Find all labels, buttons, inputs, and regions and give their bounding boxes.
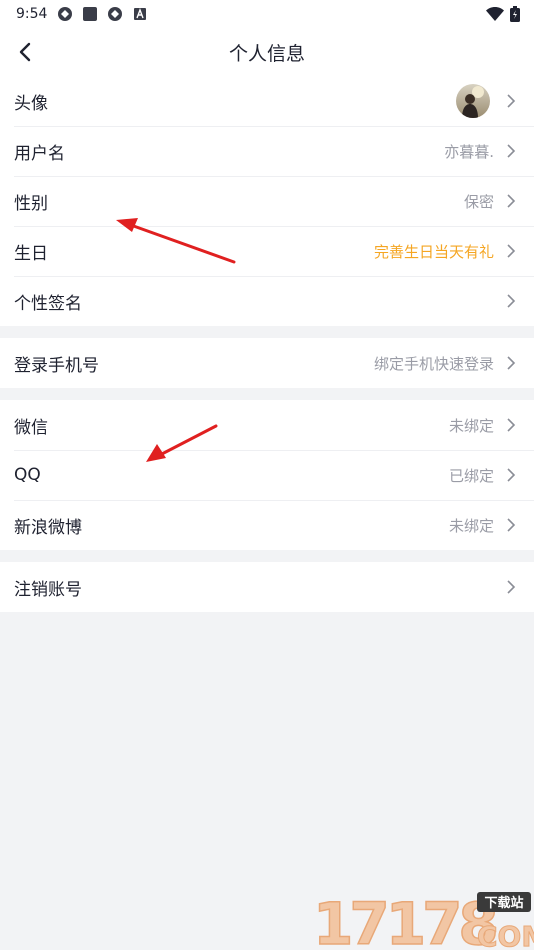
nav-bar: 个人信息: [0, 28, 534, 76]
avatar: [456, 84, 490, 118]
chevron-right-icon: [507, 418, 516, 432]
wifi-icon: [486, 7, 504, 21]
row-label: 用户名: [14, 143, 65, 164]
row-gender[interactable]: 性别 保密: [0, 176, 534, 226]
row-label: 生日: [14, 243, 48, 264]
row-label: 登录手机号: [14, 355, 99, 376]
phone-group: 登录手机号 绑定手机快速登录: [0, 338, 534, 388]
row-avatar[interactable]: 头像: [0, 76, 534, 126]
chevron-right-icon: [507, 94, 516, 108]
row-label: 注销账号: [14, 579, 82, 600]
row-value: 已绑定: [448, 466, 494, 485]
row-phone[interactable]: 登录手机号 绑定手机快速登录: [0, 338, 534, 388]
status-time: 9:54: [16, 6, 48, 22]
vpn-icon: [108, 7, 123, 21]
row-wechat[interactable]: 微信 未绑定: [0, 400, 534, 450]
deactivate-group: 注销账号: [0, 562, 534, 612]
row-weibo[interactable]: 新浪微博 未绑定: [0, 500, 534, 550]
row-value: 保密: [463, 192, 494, 211]
row-label: QQ: [14, 465, 41, 485]
profile-group: 头像 用户名 亦暮暮. 性别 保密 生日 完善生日当天有礼 个性签名: [0, 76, 534, 326]
back-arrow-icon[interactable]: [14, 40, 38, 64]
row-label: 性别: [14, 193, 48, 214]
chevron-right-icon: [507, 580, 516, 594]
battery-icon: [510, 6, 520, 22]
chevron-right-icon: [507, 294, 516, 308]
row-birthday[interactable]: 生日 完善生日当天有礼: [0, 226, 534, 276]
row-value: 绑定手机快速登录: [373, 354, 494, 373]
watermark-domain: COM: [477, 920, 534, 950]
watermark-tag: 下载站: [484, 895, 523, 911]
chevron-right-icon: [507, 468, 516, 482]
row-value: 完善生日当天有礼: [373, 242, 494, 261]
chevron-right-icon: [507, 518, 516, 532]
row-value: 亦暮暮.: [444, 142, 494, 161]
status-bar: 9:54: [0, 0, 534, 28]
row-label: 新浪微博: [14, 517, 82, 538]
row-label: 个性签名: [14, 293, 82, 314]
row-qq[interactable]: QQ 已绑定: [0, 450, 534, 500]
site-watermark-logo: 17178 下载站 COM: [312, 889, 534, 950]
row-signature[interactable]: 个性签名: [0, 276, 534, 326]
chevron-right-icon: [507, 144, 516, 158]
vpn-icon: [58, 7, 73, 21]
chevron-right-icon: [507, 194, 516, 208]
page-title: 个人信息: [228, 42, 305, 65]
row-label: 头像: [14, 93, 48, 114]
app-square-icon: [83, 7, 98, 21]
watermark-number: 17178: [313, 890, 495, 950]
row-label: 微信: [14, 417, 48, 438]
row-value: 未绑定: [448, 516, 494, 535]
row-username[interactable]: 用户名 亦暮暮.: [0, 126, 534, 176]
chevron-right-icon: [507, 356, 516, 370]
row-deactivate-account[interactable]: 注销账号: [0, 562, 534, 612]
font-icon: [134, 8, 147, 20]
chevron-right-icon: [507, 244, 516, 258]
row-value: 未绑定: [448, 416, 494, 435]
accounts-group: 微信 未绑定 QQ 已绑定 新浪微博 未绑定: [0, 400, 534, 550]
